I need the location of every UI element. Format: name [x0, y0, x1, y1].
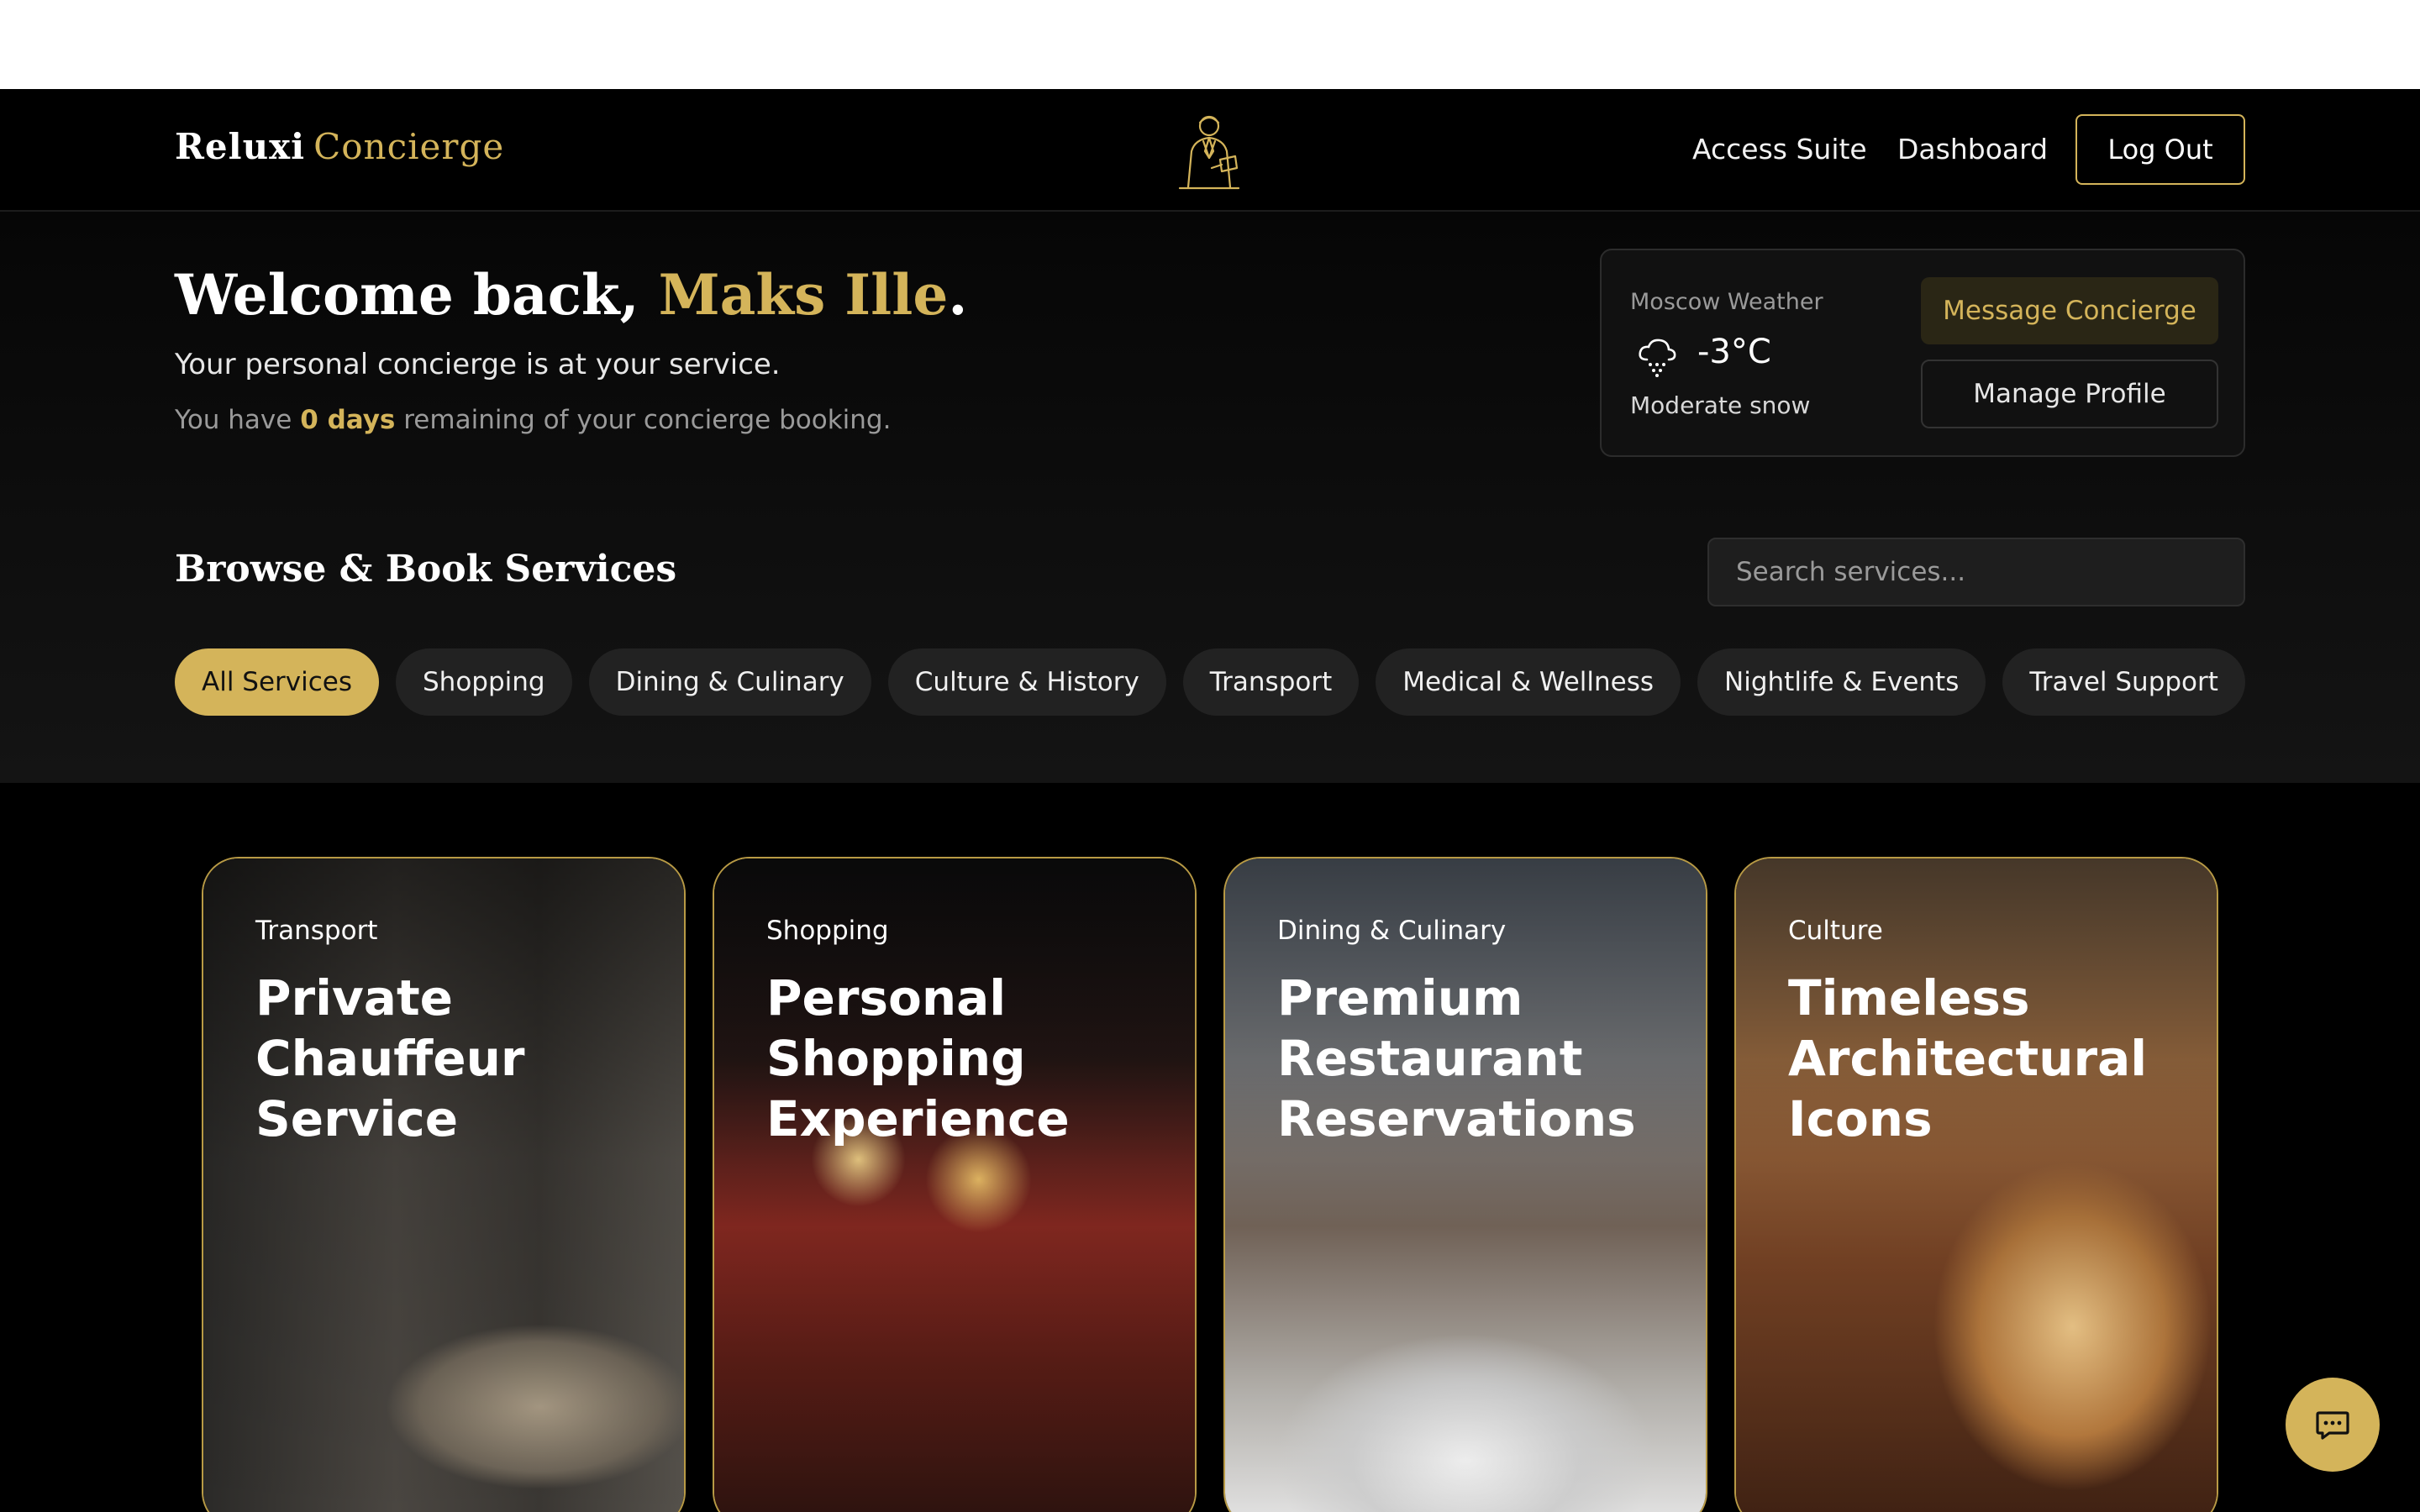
filter-all-services[interactable]: All Services [175, 648, 380, 716]
remaining-suffix: remaining of your concierge booking. [395, 405, 892, 435]
nav-dashboard[interactable]: Dashboard [1897, 133, 2048, 165]
weather-label: Moscow Weather [1630, 289, 1823, 315]
weather-temperature: -3°C [1697, 333, 1771, 371]
service-card-chauffeur[interactable]: Transport Private Chauffeur Service [202, 857, 686, 1512]
filter-travel-support[interactable]: Travel Support [2002, 648, 2245, 716]
filter-culture-history[interactable]: Culture & History [887, 648, 1166, 716]
card-category: Dining & Culinary [1277, 916, 1507, 946]
welcome-prefix: Welcome back, [175, 262, 659, 328]
manage-profile-button[interactable]: Manage Profile [1921, 360, 2218, 428]
nav-access-suite[interactable]: Access Suite [1692, 133, 1867, 165]
service-card-shopping[interactable]: Shopping Personal Shopping Experience [713, 857, 1197, 1512]
filter-medical-wellness[interactable]: Medical & Wellness [1376, 648, 1681, 716]
welcome-heading: Welcome back, Maks Ille. [175, 262, 967, 328]
filter-dining-culinary[interactable]: Dining & Culinary [588, 648, 871, 716]
snow-cloud-icon [1639, 339, 1676, 377]
services-title: Browse & Book Services [175, 548, 677, 591]
card-title: Timeless Architectural Icons [1788, 969, 2148, 1147]
service-cards: Transport Private Chauffeur Service Shop… [202, 857, 2218, 1512]
card-category: Transport [255, 916, 378, 946]
service-card-dining[interactable]: Dining & Culinary Premium Restaurant Res… [1223, 857, 1707, 1512]
message-concierge-button[interactable]: Message Concierge [1921, 277, 2218, 344]
brand-main: Reluxi [175, 126, 306, 167]
welcome-suffix: . [948, 262, 968, 328]
filter-transport[interactable]: Transport [1182, 648, 1360, 716]
weather-card: Moscow Weather -3°C Moderate snow Messag… [1600, 249, 2245, 457]
chat-button[interactable] [2286, 1378, 2380, 1472]
logout-button[interactable]: Log Out [2075, 114, 2245, 185]
card-title: Personal Shopping Experience [766, 969, 1070, 1147]
remaining-prefix: You have [175, 405, 301, 435]
card-category: Shopping [766, 916, 889, 946]
hero-subtitle: Your personal concierge is at your servi… [175, 348, 781, 381]
card-title: Private Chauffeur Service [255, 969, 525, 1147]
filter-shopping[interactable]: Shopping [396, 648, 572, 716]
filter-chips: All Services Shopping Dining & Culinary … [175, 648, 2245, 716]
navbar: Reluxi Concierge Access Suite Dashboard L… [0, 89, 2420, 212]
card-category: Culture [1788, 916, 1883, 946]
card-title: Premium Restaurant Reservations [1277, 969, 1636, 1147]
search-input[interactable] [1707, 538, 2245, 606]
service-card-culture[interactable]: Culture Timeless Architectural Icons [1734, 857, 2218, 1512]
remaining-days-text: You have 0 days remaining of your concie… [175, 405, 891, 435]
brand-accent: Concierge [313, 126, 505, 167]
concierge-figure-icon [1178, 115, 1240, 190]
filter-nightlife-events[interactable]: Nightlife & Events [1697, 648, 1986, 716]
user-name: Maks Ille [658, 262, 949, 328]
weather-description: Moderate snow [1630, 391, 1811, 419]
remaining-days: 0 days [300, 405, 396, 435]
top-strip [0, 0, 2420, 89]
hero-section: Welcome back, Maks Ille. Your personal c… [0, 212, 2420, 783]
brand-logo[interactable]: Reluxi Concierge [175, 126, 504, 167]
chat-bubble-icon [2316, 1411, 2349, 1440]
